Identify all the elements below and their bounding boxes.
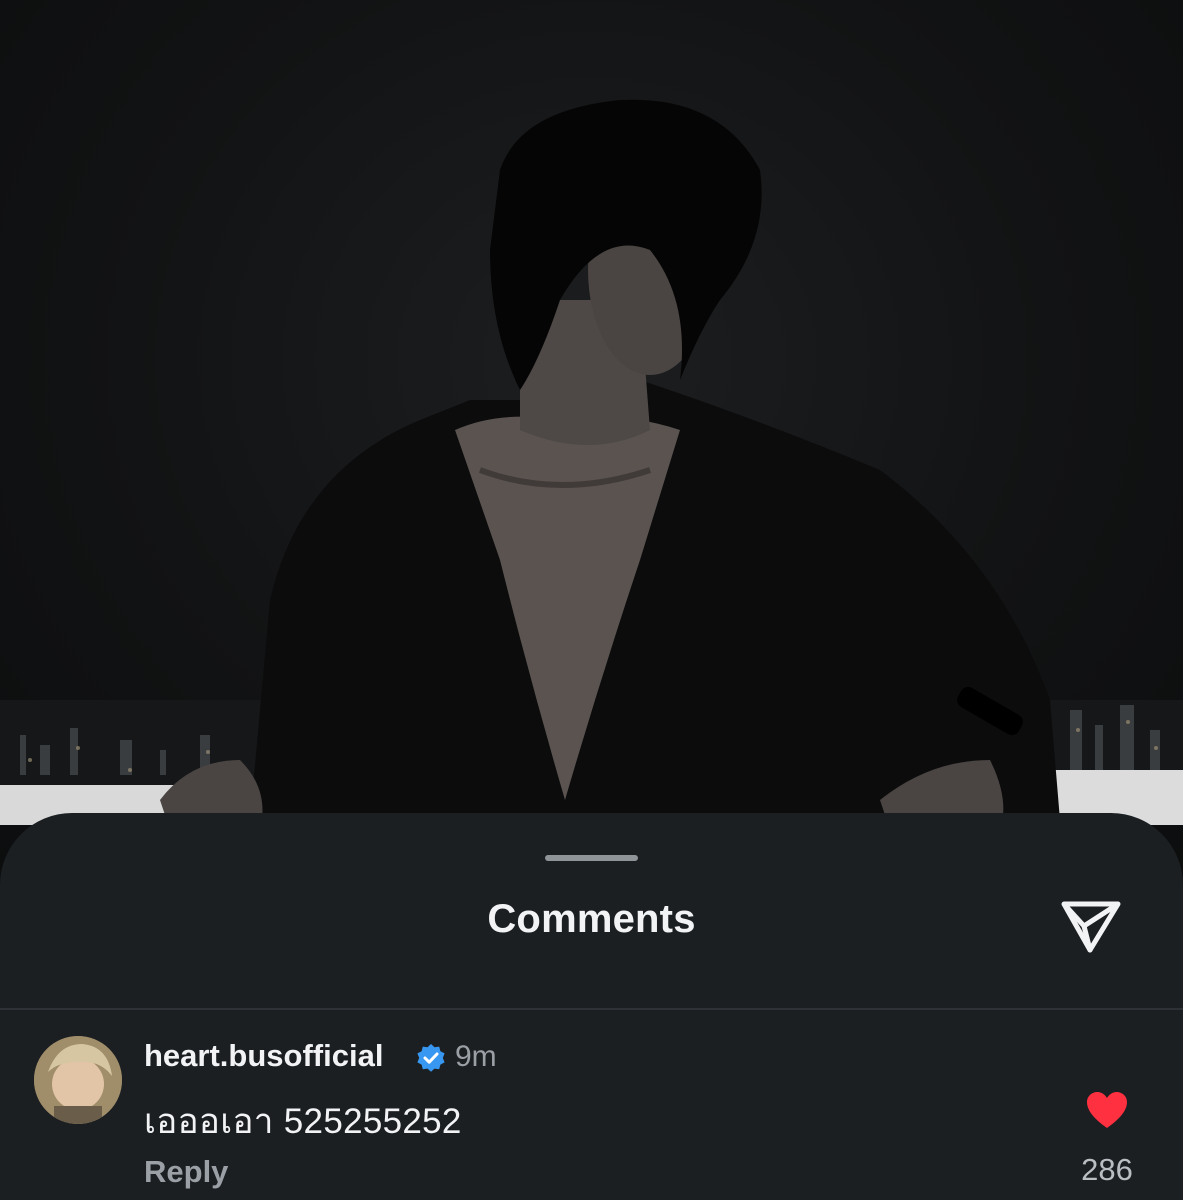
like-button[interactable] [1085, 1090, 1129, 1130]
sheet-grabber-handle[interactable] [545, 855, 638, 861]
avatar[interactable] [34, 1036, 122, 1124]
send-paper-plane-icon [1061, 901, 1121, 953]
verified-badge-icon [416, 1043, 446, 1073]
share-button[interactable] [1054, 888, 1126, 960]
post-photo [0, 0, 1183, 900]
post-photo-image [0, 99, 1183, 830]
heart-filled-icon [1087, 1092, 1127, 1128]
comment-text: เอออเอา 525255252 [144, 1102, 462, 1141]
reply-button[interactable]: Reply [144, 1154, 228, 1190]
screen: Comments heart.busofficial 9m เอออเอา 52… [0, 0, 1183, 1200]
like-count: 286 [1081, 1152, 1133, 1187]
header-divider [0, 1008, 1183, 1010]
comment-timestamp: 9m [455, 1040, 497, 1073]
comment-username[interactable]: heart.busofficial [144, 1038, 383, 1074]
avatar-image [34, 1036, 122, 1124]
sheet-title: Comments [487, 897, 696, 941]
